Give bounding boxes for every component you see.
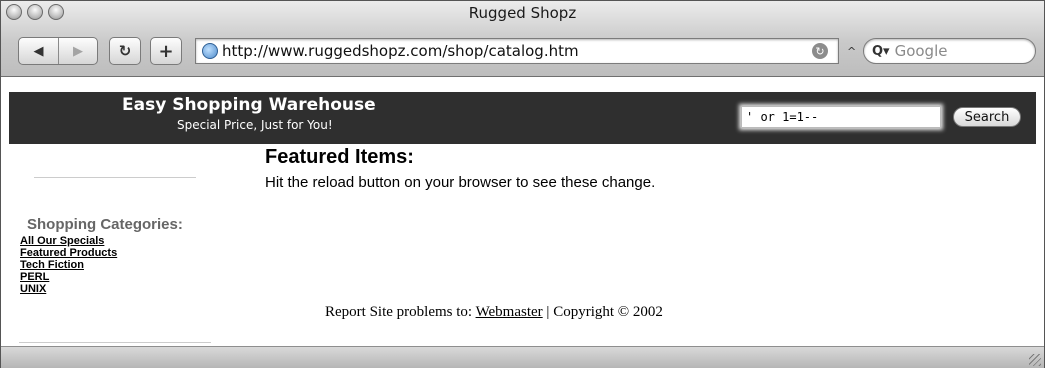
browser-search-placeholder: Google — [894, 42, 948, 60]
plus-icon: + — [158, 40, 174, 62]
footer-copyright: Copyright © 2002 — [553, 304, 663, 320]
store-title: Easy Shopping Warehouse — [122, 95, 376, 115]
featured-heading: Featured Items: — [265, 146, 414, 168]
category-link[interactable]: UNIX — [20, 283, 117, 295]
web-page: Easy Shopping Warehouse Special Price, J… — [1, 78, 1044, 346]
browser-chrome: Rugged Shopz ◀ ▶ ↻ + http://www.ruggedsh… — [1, 1, 1044, 77]
url-refresh-icon[interactable]: ↻ — [812, 43, 828, 59]
reload-button[interactable]: ↻ — [109, 37, 141, 65]
browser-search-field[interactable]: Q▾ Google — [863, 38, 1036, 64]
store-tagline: Special Price, Just for You! — [177, 118, 333, 132]
window-title: Rugged Shopz — [468, 4, 577, 22]
site-search-button[interactable]: Search — [953, 107, 1021, 127]
categories-heading: Shopping Categories: — [27, 216, 183, 233]
sidebar-divider-bottom — [19, 342, 211, 343]
category-link[interactable]: Tech Fiction — [20, 259, 117, 271]
featured-note: Hit the reload button on your browser to… — [265, 174, 656, 191]
category-link[interactable]: Featured Products — [20, 247, 117, 259]
resize-grip-icon[interactable] — [1029, 354, 1041, 366]
category-link[interactable]: PERL — [20, 271, 117, 283]
site-footer: Report Site problems to: Webmaster | Cop… — [325, 304, 663, 321]
globe-icon — [202, 43, 218, 59]
sidebar-divider-top — [34, 177, 196, 178]
snapback-icon[interactable]: ^ — [847, 45, 856, 58]
address-bar[interactable]: http://www.ruggedshopz.com/shop/catalog.… — [195, 38, 839, 64]
back-forward-control: ◀ ▶ — [18, 37, 98, 65]
forward-button[interactable]: ▶ — [58, 38, 97, 64]
search-icon: Q▾ — [872, 43, 890, 59]
category-link[interactable]: All Our Specials — [20, 235, 117, 247]
site-search-input[interactable]: ' or 1=1-- — [741, 106, 941, 128]
back-arrow-icon: ◀ — [33, 43, 44, 59]
webmaster-link[interactable]: Webmaster — [476, 304, 543, 320]
add-bookmark-button[interactable]: + — [150, 37, 182, 65]
store-banner: Easy Shopping Warehouse Special Price, J… — [9, 92, 1036, 144]
footer-prefix: Report Site problems to: — [325, 304, 473, 320]
status-bar — [1, 346, 1044, 368]
footer-separator: | — [546, 304, 550, 320]
category-list: All Our Specials Featured Products Tech … — [20, 235, 117, 295]
address-text: http://www.ruggedshopz.com/shop/catalog.… — [222, 42, 579, 60]
back-button[interactable]: ◀ — [19, 38, 58, 64]
forward-arrow-icon: ▶ — [73, 43, 83, 59]
browser-window: Rugged Shopz ◀ ▶ ↻ + http://www.ruggedsh… — [0, 0, 1045, 368]
reload-icon: ↻ — [118, 42, 132, 60]
